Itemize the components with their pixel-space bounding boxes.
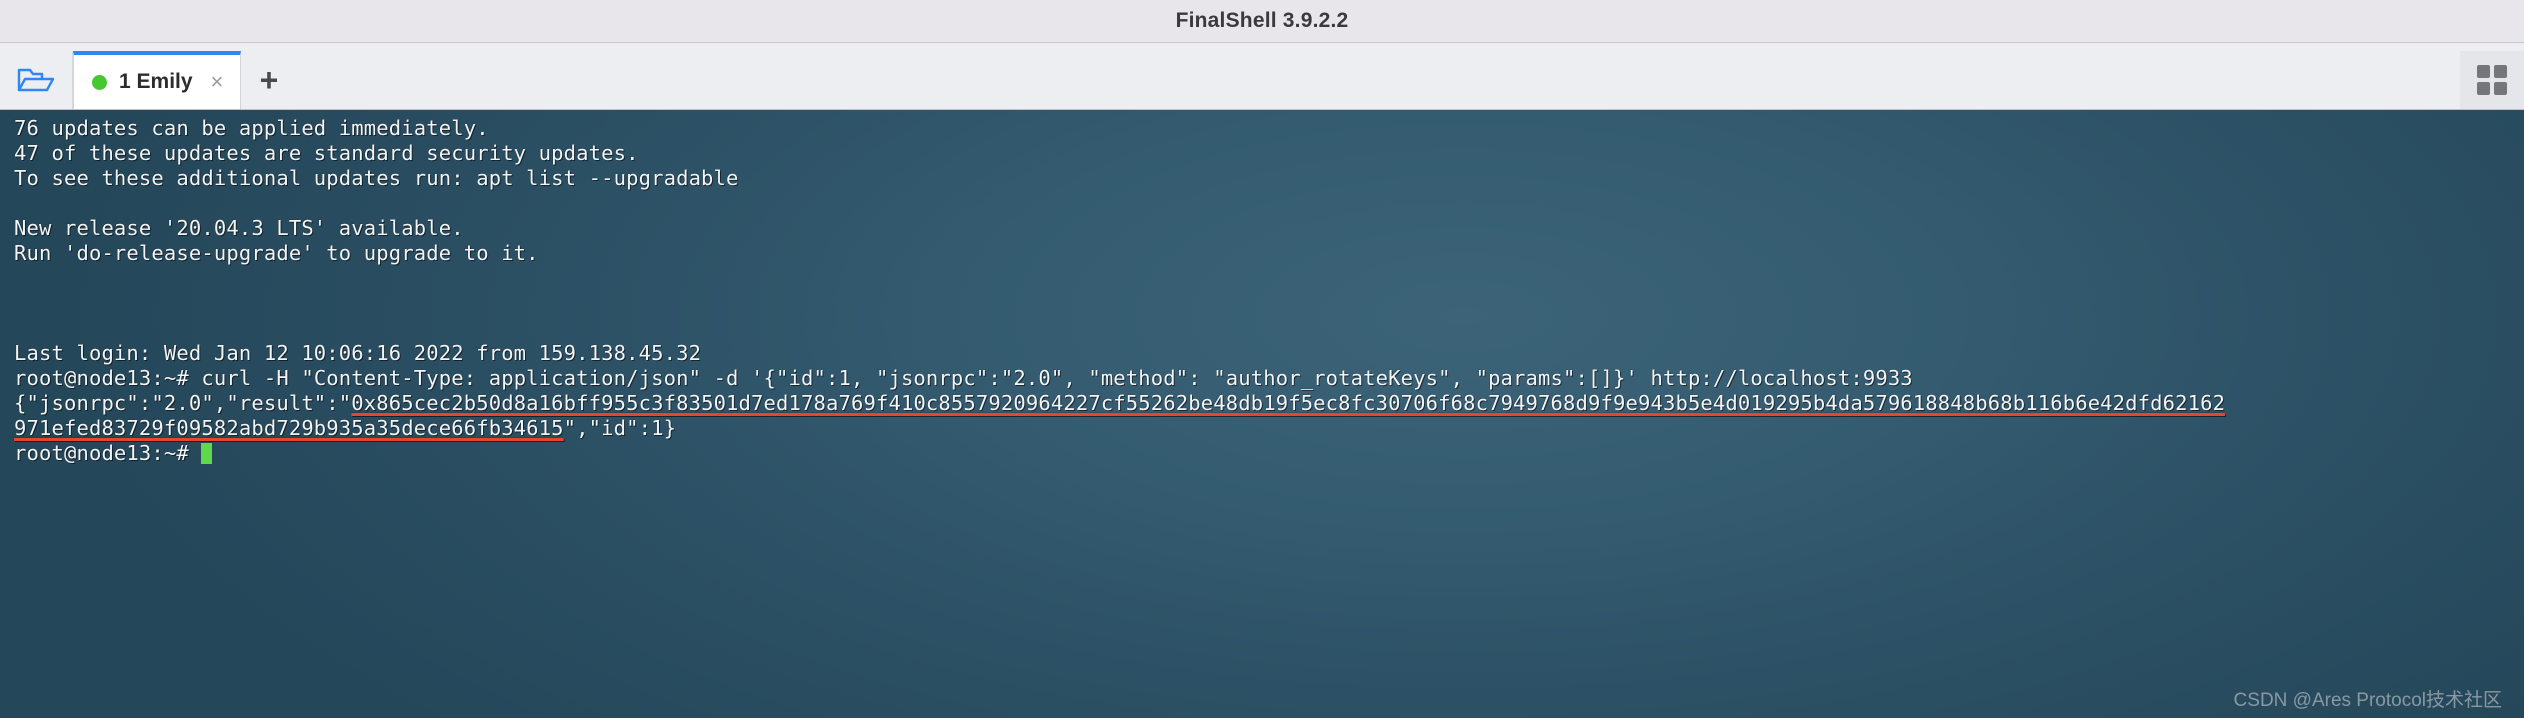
terminal-response-line-1: {"jsonrpc":"2.0","result":"0x865cec2b50d… xyxy=(14,391,2524,416)
terminal-command-line: root@node13:~# curl -H "Content-Type: ap… xyxy=(14,366,2524,391)
open-connection-manager-button[interactable] xyxy=(0,51,73,109)
watermark: CSDN @Ares Protocol技术社区 xyxy=(2233,690,2502,711)
terminal-line: Run 'do-release-upgrade' to upgrade to i… xyxy=(14,241,539,265)
title-bar: FinalShell 3.9.2.2 xyxy=(0,0,2524,43)
shell-prompt: root@node13:~# xyxy=(14,441,202,465)
terminal-line-last-login: Last login: Wed Jan 12 10:06:16 2022 fro… xyxy=(14,341,702,365)
shell-prompt: root@node13:~# xyxy=(14,366,202,390)
finalshell-window: FinalShell 3.9.2.2 1 Emily × + 76 update… xyxy=(0,0,2524,718)
green-status-dot-icon xyxy=(92,74,107,90)
page-title: FinalShell 3.9.2.2 xyxy=(1175,9,1349,32)
close-icon[interactable]: × xyxy=(211,71,224,93)
grid-layout-icon xyxy=(2477,65,2507,95)
shell-command: curl -H "Content-Type: application/json"… xyxy=(201,366,1913,390)
terminal-active-prompt-line[interactable]: root@node13:~# xyxy=(14,441,2524,466)
block-cursor-icon xyxy=(201,443,213,464)
terminal-line: To see these additional updates run: apt… xyxy=(14,166,739,190)
terminal-line: 76 updates can be applied immediately. xyxy=(14,116,489,140)
tab-emily[interactable]: 1 Emily × xyxy=(73,51,241,109)
new-tab-button[interactable]: + xyxy=(241,51,297,109)
terminal-line: 47 of these updates are standard securit… xyxy=(14,141,639,165)
json-response-prefix: {"jsonrpc":"2.0","result":" xyxy=(14,391,352,415)
json-response-suffix: ","id":1} xyxy=(563,416,677,440)
terminal-response-line-2: 971efed83729f09582abd729b935a35dece66fb3… xyxy=(14,416,2524,441)
tab-label: 1 Emily xyxy=(119,70,193,93)
tab-bar: 1 Emily × + xyxy=(0,43,2524,110)
terminal-panel[interactable]: 76 updates can be applied immediately. 4… xyxy=(0,110,2524,718)
terminal-line: New release '20.04.3 LTS' available. xyxy=(14,216,464,240)
rotate-keys-hex-part1: 0x865cec2b50d8a16bff955c3f83501d7ed178a7… xyxy=(351,391,2226,415)
terminal-output: 76 updates can be applied immediately. 4… xyxy=(14,116,2524,718)
folder-open-icon xyxy=(17,65,55,95)
tab-bar-left-group: 1 Emily × + xyxy=(0,43,297,109)
layout-grid-button[interactable] xyxy=(2460,51,2524,109)
rotate-keys-hex-part2: 971efed83729f09582abd729b935a35dece66fb3… xyxy=(14,416,564,440)
tab-bar-spacer xyxy=(297,43,2460,109)
